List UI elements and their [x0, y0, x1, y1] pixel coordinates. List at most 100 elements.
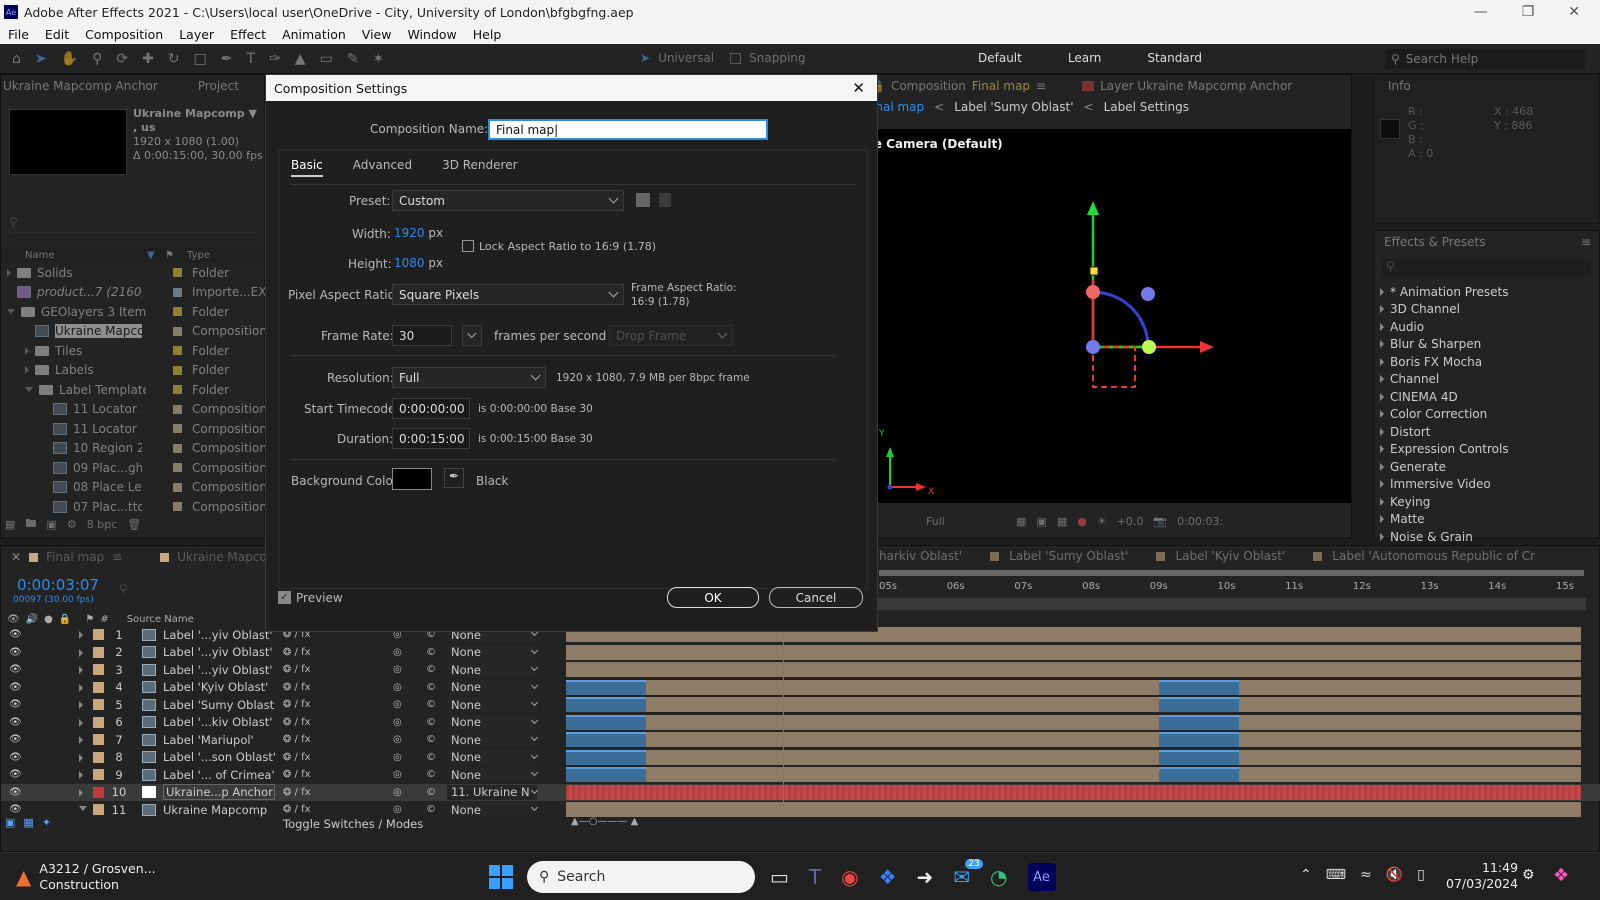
expand-icon[interactable] — [1380, 392, 1384, 401]
layer-label-swatch[interactable] — [93, 734, 104, 746]
render-time-icon[interactable]: ▦ — [23, 816, 33, 829]
switches-icon[interactable]: ❂ ∕ fx — [283, 682, 311, 693]
parent-dropdown[interactable]: None — [447, 662, 539, 678]
layer-label-swatch[interactable] — [93, 699, 104, 711]
chrome-icon[interactable]: ◉ — [841, 865, 858, 889]
project-item[interactable]: Label Templates Folder — [1, 380, 264, 400]
expand-icon[interactable] — [25, 387, 33, 393]
project-item[interactable]: 11 Locator Composition — [1, 419, 267, 439]
layer-label-swatch[interactable] — [93, 646, 104, 658]
3d-layer-icon[interactable]: ◎ — [393, 804, 402, 815]
layer-name[interactable]: Label '...son Oblast' — [163, 750, 275, 764]
expand-icon[interactable] — [1380, 287, 1384, 296]
keyframe-region[interactable] — [1159, 714, 1239, 730]
expand-icon[interactable] — [1380, 427, 1384, 436]
project-item[interactable]: 11 Locator 2 Composition — [1, 400, 267, 420]
orbit-tool-icon[interactable]: ⟳ — [116, 51, 128, 67]
search-help-input[interactable]: Search Help — [1406, 52, 1478, 66]
3d-layer-icon[interactable]: ◎ — [393, 699, 402, 710]
keyframe-region[interactable] — [1159, 767, 1239, 782]
copilot-icon[interactable]: ❖ — [1553, 865, 1569, 886]
move-tool-icon[interactable]: ✚ — [142, 51, 154, 67]
project-item[interactable]: 08 Place Left 2 Composition — [1, 478, 267, 498]
pin-tool-icon[interactable]: ✶ — [373, 51, 385, 67]
weather-widget[interactable]: ▲ A3212 / Grosven... Construction — [16, 861, 156, 893]
layer-duration-bar[interactable] — [566, 697, 1581, 712]
layer-name[interactable]: Label '... of Crimea' — [163, 768, 275, 782]
cancel-button[interactable]: Cancel — [769, 587, 863, 608]
keyframe-region[interactable] — [566, 749, 646, 765]
layer-duration-bar[interactable] — [566, 784, 1581, 800]
snapping-checkbox[interactable] — [730, 52, 742, 64]
label-swatch[interactable] — [173, 482, 182, 492]
3d-layer-icon[interactable]: ◎ — [393, 734, 402, 745]
clock-time[interactable]: 11:49 — [1446, 860, 1518, 876]
roto-tool-icon[interactable]: ✎ — [347, 51, 359, 67]
expand-icon[interactable] — [1380, 497, 1384, 506]
layer-name[interactable]: Label 'Sumy Oblast' — [163, 698, 275, 712]
frame-blending-icon[interactable]: ✦ — [42, 816, 51, 829]
effects-category[interactable]: Distort — [1380, 423, 1599, 441]
expand-icon[interactable] — [79, 788, 83, 797]
layer-name[interactable]: Ukraine Mapcomp — [163, 803, 275, 817]
pick-whip-icon[interactable]: © — [426, 769, 436, 780]
label-swatch[interactable] — [173, 346, 182, 356]
audio-switch-icon[interactable]: 🔊 — [26, 614, 38, 625]
menu-window[interactable]: Window — [399, 27, 464, 42]
label-swatch[interactable] — [173, 443, 182, 453]
effects-category[interactable]: Blur & Sharpen — [1380, 336, 1599, 354]
pick-whip-icon[interactable]: © — [426, 717, 436, 728]
layer-label-swatch[interactable] — [93, 664, 104, 676]
keyboard-icon[interactable]: ⌨ — [1326, 867, 1346, 883]
layer-label-swatch[interactable] — [93, 769, 104, 781]
taskbar-search[interactable]: ⚲ Search — [527, 861, 755, 893]
stamp-tool-icon[interactable]: ▲ — [295, 51, 306, 67]
expand-icon[interactable] — [1380, 532, 1384, 541]
expand-icon[interactable] — [1380, 340, 1384, 349]
volume-icon[interactable]: 🔇 — [1386, 867, 1403, 883]
effects-category[interactable]: 3D Channel — [1380, 301, 1599, 319]
expand-icon[interactable] — [1380, 357, 1384, 366]
effects-category[interactable]: Color Correction — [1380, 406, 1599, 424]
minimize-icon[interactable]: — — [1474, 4, 1488, 20]
ok-button[interactable]: OK — [667, 587, 759, 608]
project-item[interactable]: Solids Folder — [1, 263, 264, 283]
clock-date[interactable]: 07/03/2024 — [1446, 876, 1518, 892]
current-time[interactable]: 0:00:03:07 — [17, 576, 99, 594]
channel-icon[interactable]: ● — [1077, 515, 1087, 528]
layer-row[interactable]: 👁 10 Ukraine...p Anchor ❂ ∕ fx ◎ © 11. Ukraine… — [1, 783, 1600, 801]
layer-duration-bar[interactable] — [566, 714, 1581, 730]
show-hidden-icon[interactable]: ⌃ — [1300, 867, 1312, 883]
layer-duration-bar[interactable] — [566, 662, 1581, 677]
label-swatch[interactable] — [173, 287, 182, 297]
effects-category[interactable]: Matte — [1380, 511, 1599, 529]
expand-icon[interactable] — [1380, 410, 1384, 419]
effects-category[interactable]: Generate — [1380, 458, 1599, 476]
bg-color-swatch[interactable] — [392, 468, 432, 490]
project-item[interactable]: product...7 (2160p).mp4 Importe...EX — [1, 283, 266, 303]
dropbox-icon[interactable]: ❖ — [879, 865, 897, 889]
fps-dropdown[interactable] — [462, 325, 482, 346]
effects-category[interactable]: Audio — [1380, 318, 1599, 336]
effects-category[interactable]: Immersive Video — [1380, 476, 1599, 494]
effects-category[interactable]: * Animation Presets — [1380, 283, 1599, 301]
tab-layer[interactable]: Layer Ukraine Mapcomp Anchor — [1100, 79, 1292, 93]
parent-dropdown[interactable]: None — [447, 749, 539, 765]
parent-dropdown[interactable]: None — [447, 697, 539, 713]
3d-layer-icon[interactable]: ◎ — [393, 769, 402, 780]
effects-category[interactable]: Expression Controls — [1380, 441, 1599, 459]
layer-name[interactable]: Label '...yiv Oblast' — [163, 645, 275, 659]
keyframe-region[interactable] — [566, 697, 646, 712]
timeline-menu-icon[interactable]: ≡ — [112, 550, 122, 564]
local-axis-icon[interactable]: ➤ — [640, 51, 650, 65]
keyframe-region[interactable] — [1159, 697, 1239, 712]
label-swatch[interactable] — [173, 307, 182, 317]
expand-icon[interactable] — [79, 806, 87, 811]
3d-layer-icon[interactable]: ◎ — [393, 717, 402, 728]
layer-duration-bar[interactable] — [566, 679, 1581, 695]
resolution-dropdown-dialog[interactable]: Full — [392, 367, 546, 388]
timeline-tab[interactable]: Label 'Kyiv Oblast' — [1175, 549, 1285, 563]
hand-tool-icon[interactable]: ✋ — [61, 51, 78, 67]
menu-effect[interactable]: Effect — [222, 27, 274, 42]
tab-final-map[interactable]: Final map — [46, 550, 104, 564]
